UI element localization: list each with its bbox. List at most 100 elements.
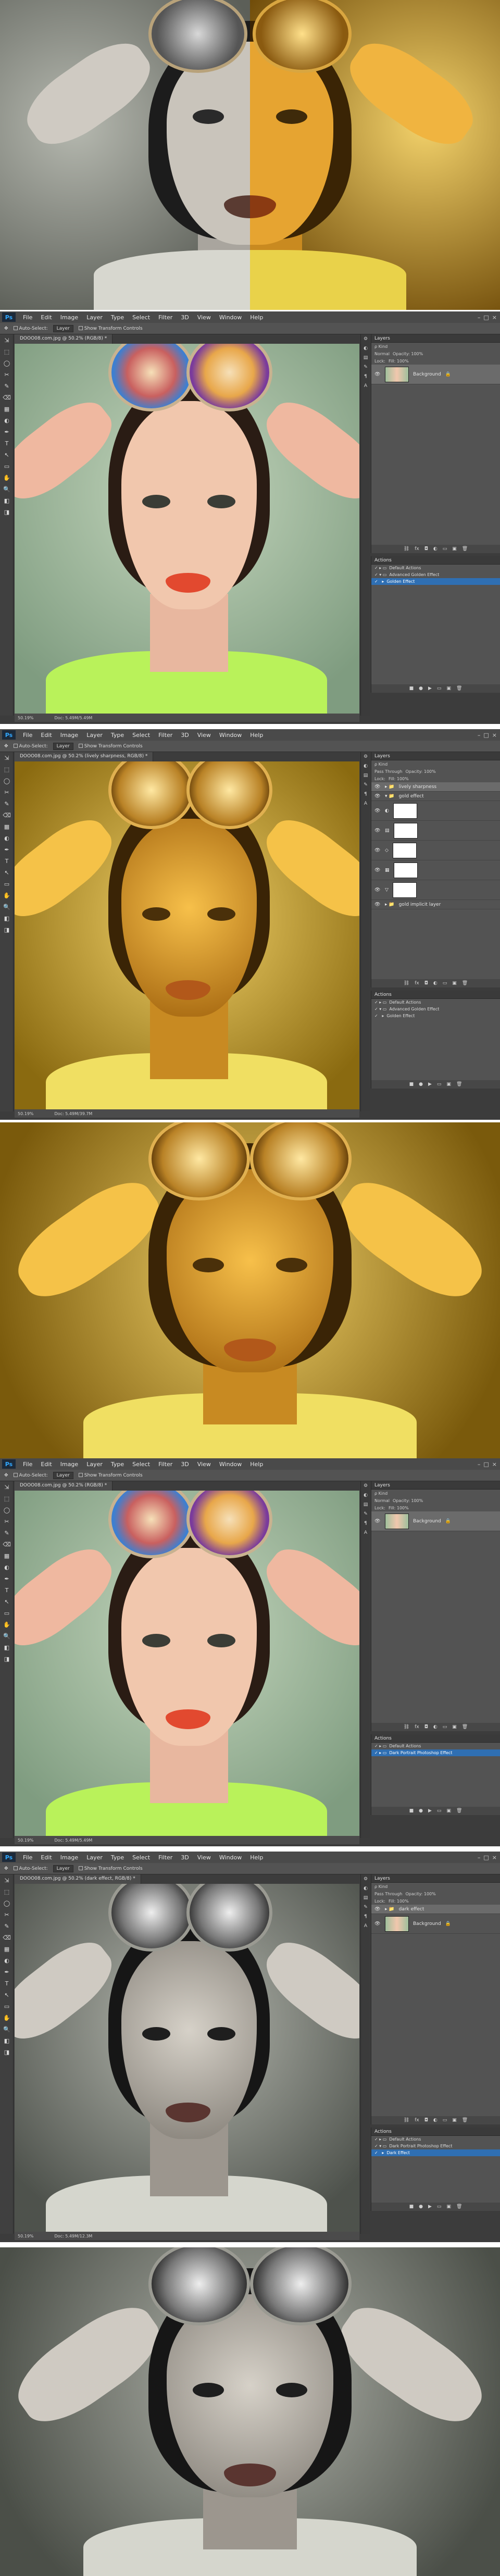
shape-tool[interactable]: ▭	[0, 460, 14, 472]
move-tool[interactable]: ⇲	[0, 1874, 14, 1886]
opacity-field[interactable]: Opacity: 100%	[405, 1892, 435, 1896]
link-icon[interactable]: ⛓	[404, 2118, 409, 2123]
properties-icon[interactable]: ▤	[361, 1893, 370, 1903]
minimize-icon[interactable]: –	[478, 1461, 481, 1468]
menu-filter[interactable]: Filter	[154, 732, 177, 739]
pen-tool[interactable]: ✒	[0, 1966, 14, 1978]
maximize-icon[interactable]: □	[483, 732, 489, 739]
delete-action-icon[interactable]: 🗑	[456, 1808, 462, 1814]
adjustment-layer-row[interactable]: 👁 ◐	[371, 801, 500, 821]
layer-row-background[interactable]: 👁 Background 🔒	[371, 365, 500, 384]
menu-type[interactable]: Type	[107, 1461, 128, 1468]
history-icon[interactable]: ⚙	[361, 1481, 370, 1491]
zoom-tool[interactable]: 🔍	[0, 2023, 14, 2035]
fill-field[interactable]: Fill: 100%	[389, 777, 409, 781]
play-icon[interactable]: ▶	[428, 2204, 432, 2209]
visibility-eye-icon[interactable]: 👁	[374, 1907, 381, 1912]
hand-tool[interactable]: ✋	[0, 1619, 14, 1630]
shape-tool[interactable]: ▭	[0, 2000, 14, 2012]
menu-help[interactable]: Help	[246, 732, 267, 739]
stop-icon[interactable]: ■	[409, 2204, 414, 2209]
shape-tool[interactable]: ▭	[0, 878, 14, 890]
show-transform-checkbox[interactable]: Show Transform Controls	[78, 1473, 143, 1478]
show-transform-checkbox[interactable]: Show Transform Controls	[78, 326, 143, 331]
menu-edit[interactable]: Edit	[36, 1854, 56, 1861]
action-set-default[interactable]: ✓ ▸ ▭ Default Actions	[371, 565, 500, 571]
link-icon[interactable]: ⛓	[404, 546, 409, 552]
visibility-eye-icon[interactable]: 👁	[374, 868, 381, 873]
fill-field[interactable]: Fill: 100%	[389, 359, 409, 364]
mask-icon[interactable]: ◘	[424, 546, 428, 552]
marquee-tool[interactable]: ⬚	[0, 1886, 14, 1897]
move-tool-icon[interactable]: ✥	[4, 1866, 8, 1871]
record-icon[interactable]: ●	[419, 686, 423, 691]
auto-select-dropdown[interactable]: Layer	[53, 1471, 73, 1479]
menu-select[interactable]: Select	[128, 732, 154, 739]
path-select-tool[interactable]: ↖	[0, 1989, 14, 2000]
visibility-eye-icon[interactable]: 👁	[374, 1519, 381, 1524]
dodge-tool[interactable]: ◐	[0, 832, 14, 844]
quick-mask-icon[interactable]: ◨	[0, 924, 14, 935]
new-group-icon[interactable]: ▭	[443, 546, 447, 552]
canvas-dark[interactable]	[15, 1884, 359, 2232]
new-set-icon[interactable]: ▭	[437, 1082, 442, 1087]
document-tab[interactable]: DOOO08.com.jpg @ 50.2% (lively sharpness…	[15, 752, 154, 761]
new-layer-icon[interactable]: ▣	[452, 546, 457, 552]
trash-icon[interactable]: 🗑	[462, 981, 468, 986]
menu-layer[interactable]: Layer	[82, 1854, 107, 1861]
properties-icon[interactable]: ▤	[361, 771, 370, 780]
menu-edit[interactable]: Edit	[36, 1461, 56, 1468]
paragraph-icon[interactable]: ¶	[361, 1912, 370, 1921]
history-icon[interactable]: ⚙	[361, 752, 370, 761]
layer-filter-kind[interactable]: ρ Kind	[371, 343, 500, 350]
opacity-field[interactable]: Opacity: 100%	[393, 352, 423, 356]
layer-group-dark-effect[interactable]: 👁 ▸ 📁 dark effect	[371, 1905, 500, 1914]
layer-row-background[interactable]: 👁 Background 🔒	[371, 1914, 500, 1934]
blend-mode-select[interactable]: Normal	[374, 352, 390, 356]
maximize-icon[interactable]: □	[483, 1461, 489, 1468]
zoom-tool[interactable]: 🔍	[0, 483, 14, 495]
mask-icon[interactable]: ◘	[424, 1724, 428, 1730]
visibility-eye-icon[interactable]: 👁	[374, 808, 381, 814]
character-icon[interactable]: A	[361, 799, 370, 808]
fx-icon[interactable]: fx	[415, 546, 419, 552]
fx-icon[interactable]: fx	[415, 2118, 419, 2123]
eraser-tool[interactable]: ⌫	[0, 1932, 14, 1943]
eraser-tool[interactable]: ⌫	[0, 809, 14, 821]
crop-tool[interactable]: ✂	[0, 1909, 14, 1920]
menu-3d[interactable]: 3D	[177, 732, 193, 739]
action-set-default[interactable]: ✓ ▸ ▭ Default Actions	[371, 2136, 500, 2143]
menu-type[interactable]: Type	[107, 1854, 128, 1861]
menu-image[interactable]: Image	[56, 314, 82, 321]
menu-help[interactable]: Help	[246, 314, 267, 321]
move-tool-icon[interactable]: ✥	[4, 326, 8, 331]
crop-tool[interactable]: ✂	[0, 1516, 14, 1527]
move-tool-icon[interactable]: ✥	[4, 1473, 8, 1478]
document-tab[interactable]: DOOO08.com.jpg @ 50.2% (dark effect, RGB…	[15, 1874, 141, 1884]
layers-panel-title[interactable]: Layers	[371, 334, 500, 343]
zoom-level[interactable]: 50.19%	[18, 1111, 34, 1116]
action-set-dark-portrait[interactable]: ✓ ▾ ▭ Dark Portrait Photoshop Effect	[371, 2143, 500, 2149]
menu-layer[interactable]: Layer	[82, 1461, 107, 1468]
history-icon[interactable]: ⚙	[361, 1874, 370, 1884]
brush-preset-icon[interactable]: ✎	[361, 780, 370, 790]
adjustment-layer-icon[interactable]: ◐	[433, 981, 438, 986]
menu-window[interactable]: Window	[215, 314, 246, 321]
action-golden-effect[interactable]: ✓ ▸ Golden Effect	[371, 1012, 500, 1019]
adjustment-layer-row[interactable]: 👁 ◇	[371, 841, 500, 860]
character-icon[interactable]: A	[361, 1528, 370, 1537]
maximize-icon[interactable]: □	[483, 314, 489, 321]
gradient-tool[interactable]: ▦	[0, 1943, 14, 1955]
document-tab[interactable]: DOOO08.com.jpg @ 50.2% (RGB/8) *	[15, 1481, 113, 1491]
menu-image[interactable]: Image	[56, 1854, 82, 1861]
mask-icon[interactable]: ◘	[424, 981, 428, 986]
menu-window[interactable]: Window	[215, 732, 246, 739]
zoom-tool[interactable]: 🔍	[0, 901, 14, 912]
hand-tool[interactable]: ✋	[0, 472, 14, 483]
dodge-tool[interactable]: ◐	[0, 1955, 14, 1966]
delete-action-icon[interactable]: 🗑	[456, 1082, 462, 1087]
layer-row-background[interactable]: 👁 Background 🔒	[371, 1511, 500, 1531]
menu-filter[interactable]: Filter	[154, 1854, 177, 1861]
actions-panel-title[interactable]: Actions	[371, 1734, 500, 1743]
adjustment-layer-row[interactable]: 👁 ▽	[371, 880, 500, 900]
